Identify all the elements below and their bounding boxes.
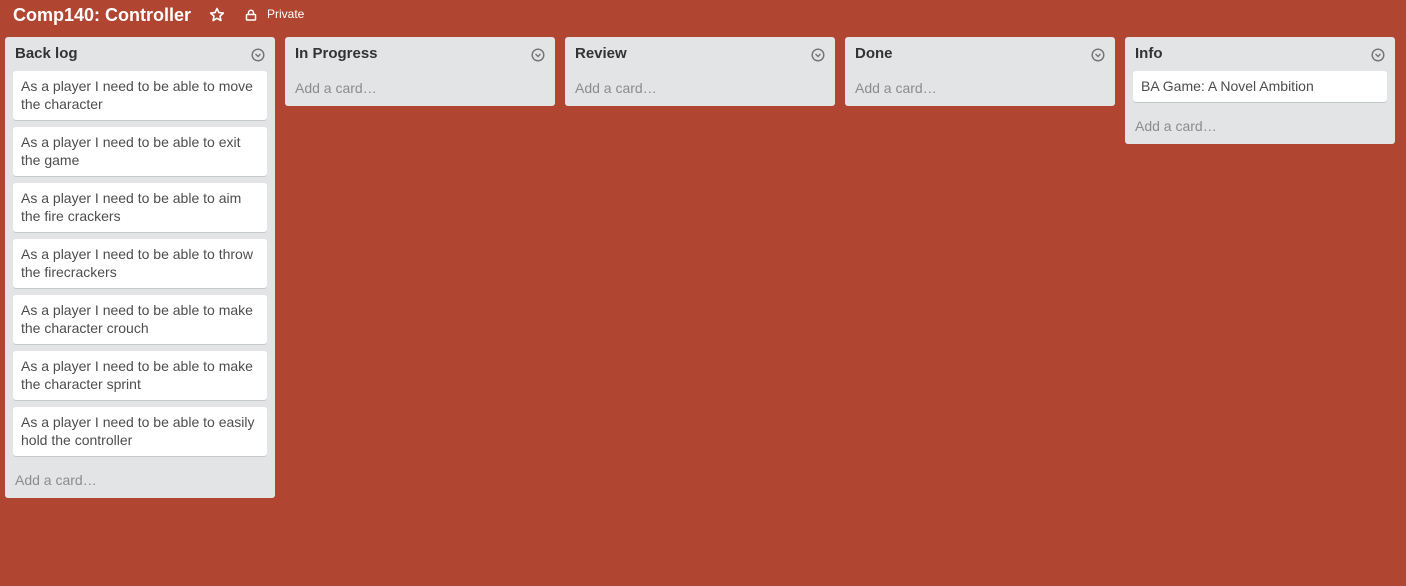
star-icon[interactable] [209,7,225,23]
list-in-progress: In Progress Add a card… [285,37,555,106]
card[interactable]: As a player I need to be able to aim the… [13,183,267,232]
card[interactable]: As a player I need to be able to make th… [13,295,267,344]
card[interactable]: As a player I need to be able to exit th… [13,127,267,176]
card[interactable]: As a player I need to be able to make th… [13,351,267,400]
add-card-button[interactable]: Add a card… [565,71,835,106]
chevron-down-circle-icon[interactable] [811,48,825,62]
add-card-button[interactable]: Add a card… [1125,109,1395,144]
list-title[interactable]: Done [855,45,893,63]
chevron-down-circle-icon[interactable] [1091,48,1105,62]
card[interactable]: As a player I need to be able to move th… [13,71,267,120]
list-header: In Progress [285,37,555,71]
list-done: Done Add a card… [845,37,1115,106]
list-title[interactable]: Info [1135,45,1163,63]
list-title[interactable]: Review [575,45,627,63]
list-header: Done [845,37,1115,71]
card[interactable]: BA Game: A Novel Ambition [1133,71,1387,102]
card[interactable]: As a player I need to be able to throw t… [13,239,267,288]
add-card-button[interactable]: Add a card… [5,463,275,498]
list-review: Review Add a card… [565,37,835,106]
list-header: Info [1125,37,1395,71]
board-header: Comp140: Controller Private [0,0,1406,32]
list-header: Back log [5,37,275,71]
privacy-label: Private [267,7,305,21]
card[interactable]: As a player I need to be able to easily … [13,407,267,456]
card-list: BA Game: A Novel Ambition [1125,71,1395,102]
privacy-button[interactable]: Private [245,5,304,23]
lock-icon [245,8,257,21]
list-info: Info BA Game: A Novel Ambition Add a car… [1125,37,1395,144]
list-header: Review [565,37,835,71]
list-title[interactable]: Back log [15,45,78,63]
chevron-down-circle-icon[interactable] [1371,48,1385,62]
add-card-button[interactable]: Add a card… [845,71,1115,106]
chevron-down-circle-icon[interactable] [251,48,265,62]
chevron-down-circle-icon[interactable] [531,48,545,62]
add-card-button[interactable]: Add a card… [285,71,555,106]
board-title[interactable]: Comp140: Controller [13,4,191,26]
card-list: As a player I need to be able to move th… [5,71,275,456]
list-title[interactable]: In Progress [295,45,378,63]
list-back-log: Back log As a player I need to be able t… [5,37,275,498]
